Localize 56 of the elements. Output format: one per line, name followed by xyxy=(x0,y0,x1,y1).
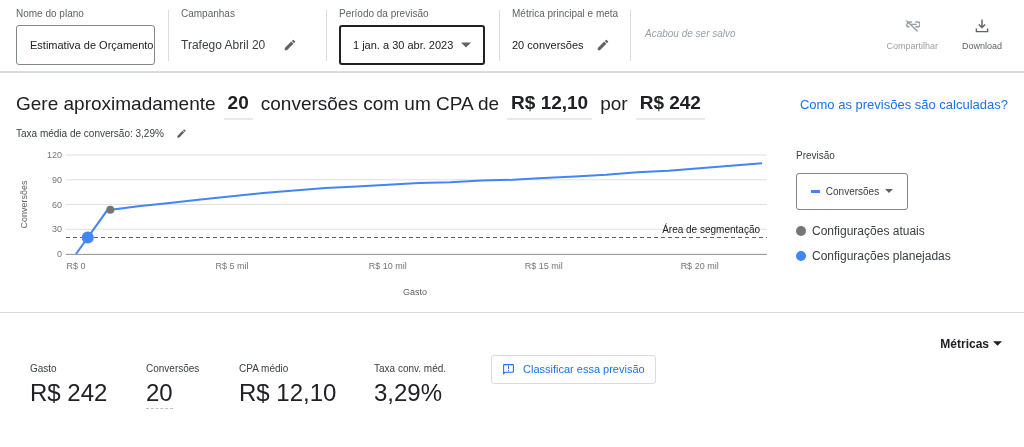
x-tick-label: R$ 20 mil xyxy=(680,260,719,271)
data-point[interactable] xyxy=(81,231,94,243)
headline-value[interactable]: 20 xyxy=(223,89,253,120)
headline-text: Gere aproximadamente xyxy=(16,92,216,116)
rate-forecast-button[interactable]: Classificar essa previsão xyxy=(491,354,656,384)
x-tick-label: R$ 0 xyxy=(66,260,86,271)
caret-icon xyxy=(993,341,1002,346)
field-value: 20 conversões xyxy=(512,37,584,53)
legend-title: Previsão xyxy=(796,148,836,163)
data-point[interactable] xyxy=(106,205,115,214)
y-tick-label: 60 xyxy=(52,199,62,209)
metric-label: CPA médio xyxy=(239,361,290,376)
caret-icon xyxy=(461,42,471,48)
x-axis-title: Gasto xyxy=(403,286,427,297)
headline-value[interactable]: R$ 12,10 xyxy=(507,89,593,120)
edit-icon[interactable] xyxy=(595,38,610,52)
feedback-icon xyxy=(502,362,515,376)
help-link[interactable]: Como as previsões são calculadas? xyxy=(799,95,1008,115)
field-label: Nome do plano xyxy=(16,7,85,20)
legend-label: Configurações planejadas xyxy=(812,247,951,265)
save-status-text: Acabou de ser salvo xyxy=(645,27,736,41)
headline-text: por xyxy=(600,92,628,116)
metric-label: Taxa conv. méd. xyxy=(374,361,448,376)
caret-icon xyxy=(885,189,894,193)
metrics-menu-button[interactable]: Métricas xyxy=(940,334,1002,353)
field-label: Campanhas xyxy=(181,7,236,20)
headline-text: conversões com um CPA de xyxy=(260,92,500,116)
metric-value: R$ 12,10 xyxy=(239,377,337,408)
y-tick-label: 0 xyxy=(57,248,62,259)
conversion-rate-text: Taxa média de conversão: 3,29% xyxy=(16,127,164,141)
x-tick-label: R$ 15 mil xyxy=(524,260,563,271)
plan-name-field[interactable]: Estimativa de Orçamento xyxy=(16,25,155,65)
x-tick-label: R$ 5 mil xyxy=(215,260,249,271)
download-icon xyxy=(974,17,990,34)
field-value: Trafego Abril 20 xyxy=(181,37,266,54)
crossed-link-icon xyxy=(904,17,921,34)
x-tick-label: R$ 10 mil xyxy=(368,260,407,271)
edit-icon[interactable] xyxy=(283,38,298,52)
metric-label: Gasto xyxy=(30,361,58,376)
y-tick-label: 30 xyxy=(52,223,62,234)
download-button[interactable]: Download xyxy=(955,0,1008,71)
legend-label: Configurações atuais xyxy=(812,222,925,240)
field-label: Período da previsão xyxy=(339,7,430,20)
field-label: Métrica principal e meta xyxy=(512,7,620,20)
forecast-period-dropdown[interactable]: 1 jan. a 30 abr. 2023 xyxy=(339,25,485,65)
headline-value[interactable]: R$ 242 xyxy=(635,89,705,120)
metric-value: 3,29% xyxy=(374,377,443,408)
edit-icon[interactable] xyxy=(175,128,187,139)
y-axis-title: Conversões xyxy=(19,180,29,228)
metric-value[interactable]: 20 xyxy=(146,377,173,409)
target-label: Área de segmentação xyxy=(662,223,760,234)
metric-label: Conversões xyxy=(146,361,201,376)
series-dropdown[interactable]: Conversões xyxy=(796,172,908,210)
metric-value: R$ 242 xyxy=(30,377,108,408)
y-tick-label: 90 xyxy=(52,174,62,185)
y-tick-label: 120 xyxy=(46,149,62,160)
